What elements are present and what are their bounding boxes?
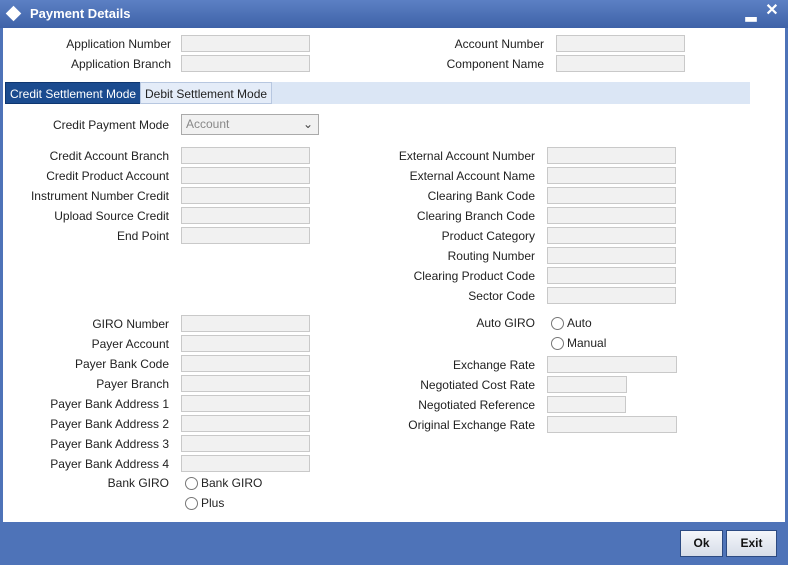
instrument-number-credit-label: Instrument Number Credit: [30, 189, 169, 203]
exchange-rate-label: Exchange Rate: [452, 358, 535, 372]
clearing-branch-code-field[interactable]: [547, 207, 676, 224]
upload-source-credit-field[interactable]: [181, 207, 310, 224]
credit-product-account-field[interactable]: [181, 167, 310, 184]
minimize-icon[interactable]: ▂: [744, 6, 758, 20]
negotiated-cost-rate-label: Negotiated Cost Rate: [420, 378, 535, 392]
application-number-label: Application Number: [66, 37, 171, 51]
close-icon[interactable]: ✕: [764, 3, 780, 19]
payer-bank-address-3-label: Payer Bank Address 3: [50, 437, 169, 451]
external-account-number-label: External Account Number: [398, 149, 535, 163]
clearing-product-code-label: Clearing Product Code: [413, 269, 535, 283]
payer-bank-code-label: Payer Bank Code: [74, 357, 169, 371]
auto-giro-label: Auto GIRO: [476, 316, 535, 330]
component-name-field[interactable]: [556, 55, 685, 72]
end-point-label: End Point: [116, 229, 169, 243]
window-title: Payment Details: [30, 6, 131, 21]
chevron-down-icon: ⌄: [302, 117, 313, 131]
bank-giro-option-label: Bank GIRO: [201, 476, 263, 490]
exchange-rate-field[interactable]: [547, 356, 677, 373]
bank-giro-label: Bank GIRO: [107, 476, 169, 490]
application-number-field[interactable]: [181, 35, 310, 52]
exit-button[interactable]: Exit: [726, 530, 777, 557]
payer-account-label: Payer Account: [91, 337, 169, 351]
external-account-name-label: External Account Name: [409, 169, 535, 183]
payer-bank-code-field[interactable]: [181, 355, 310, 372]
title-bar: Payment Details ▂ ✕: [0, 0, 788, 28]
credit-product-account-label: Credit Product Account: [46, 169, 169, 183]
credit-payment-mode-label: Credit Payment Mode: [52, 118, 169, 132]
auto-giro-auto-radio[interactable]: [551, 317, 564, 330]
original-exchange-rate-field[interactable]: [547, 416, 677, 433]
sector-code-field[interactable]: [547, 287, 676, 304]
payer-bank-address-2-field[interactable]: [181, 415, 310, 432]
clearing-branch-code-label: Clearing Branch Code: [416, 209, 535, 223]
account-number-label: Account Number: [454, 37, 544, 51]
external-account-name-field[interactable]: [547, 167, 676, 184]
auto-giro-manual-radio[interactable]: [551, 337, 564, 350]
negotiated-cost-rate-field[interactable]: [547, 376, 627, 393]
bank-giro-option-radio[interactable]: [185, 477, 198, 490]
negotiated-reference-field[interactable]: [547, 396, 626, 413]
ok-button[interactable]: Ok: [680, 530, 723, 557]
bank-giro-plus-label: Plus: [201, 496, 225, 510]
auto-giro-auto-label: Auto: [567, 316, 592, 330]
end-point-field[interactable]: [181, 227, 310, 244]
application-branch-label: Application Branch: [70, 57, 171, 71]
settlement-tab-strip: Credit Settlement Mode Debit Settlement …: [5, 82, 750, 104]
giro-number-label: GIRO Number: [92, 317, 169, 331]
auto-giro-manual-label: Manual: [567, 336, 607, 350]
product-category-label: Product Category: [441, 229, 535, 243]
clearing-product-code-field[interactable]: [547, 267, 676, 284]
footer-bar: [0, 522, 788, 565]
application-branch-field[interactable]: [181, 55, 310, 72]
component-name-label: Component Name: [446, 57, 544, 71]
external-account-number-field[interactable]: [547, 147, 676, 164]
product-category-field[interactable]: [547, 227, 676, 244]
account-number-field[interactable]: [556, 35, 685, 52]
payer-bank-address-3-field[interactable]: [181, 435, 310, 452]
routing-number-field[interactable]: [547, 247, 676, 264]
clearing-bank-code-field[interactable]: [547, 187, 676, 204]
payer-bank-address-4-field[interactable]: [181, 455, 310, 472]
window-diamond-icon: [5, 5, 22, 22]
upload-source-credit-label: Upload Source Credit: [54, 209, 169, 223]
credit-account-branch-field[interactable]: [181, 147, 310, 164]
payer-bank-address-4-label: Payer Bank Address 4: [50, 457, 169, 471]
payer-bank-address-2-label: Payer Bank Address 2: [50, 417, 169, 431]
routing-number-label: Routing Number: [447, 249, 535, 263]
clearing-bank-code-label: Clearing Bank Code: [427, 189, 535, 203]
payer-branch-label: Payer Branch: [96, 377, 169, 391]
instrument-number-credit-field[interactable]: [181, 187, 310, 204]
tab-credit-settlement-mode[interactable]: Credit Settlement Mode: [5, 82, 142, 104]
original-exchange-rate-label: Original Exchange Rate: [408, 418, 535, 432]
sector-code-label: Sector Code: [468, 289, 535, 303]
tab-debit-settlement-mode[interactable]: Debit Settlement Mode: [140, 82, 273, 104]
payment-details-window: Payment Details ▂ ✕ Application Number A…: [0, 0, 788, 565]
payer-account-field[interactable]: [181, 335, 310, 352]
credit-account-branch-label: Credit Account Branch: [49, 149, 169, 163]
payer-bank-address-1-field[interactable]: [181, 395, 310, 412]
payer-bank-address-1-label: Payer Bank Address 1: [50, 397, 169, 411]
negotiated-reference-label: Negotiated Reference: [418, 398, 535, 412]
giro-number-field[interactable]: [181, 315, 310, 332]
payer-branch-field[interactable]: [181, 375, 310, 392]
bank-giro-plus-radio[interactable]: [185, 497, 198, 510]
credit-payment-mode-value: Account: [186, 117, 230, 131]
credit-payment-mode-select[interactable]: Account ⌄: [181, 114, 319, 135]
